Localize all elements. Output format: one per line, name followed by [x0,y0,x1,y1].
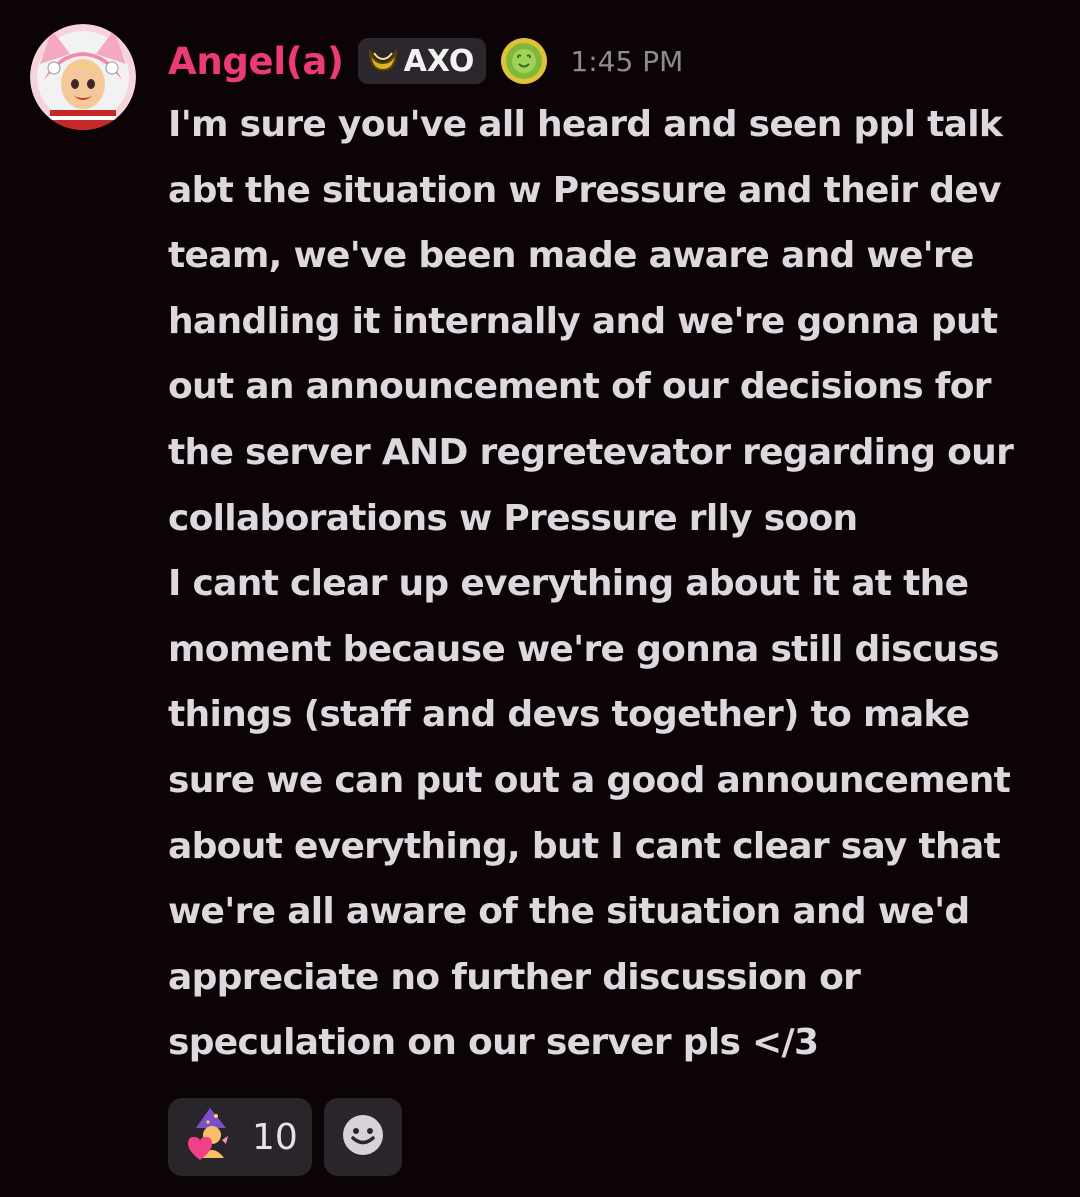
message-line: I cant clear up everything about it at t… [168,563,969,605]
message-line: abt the situation w Pressure and their d… [168,169,1002,211]
wizard-heart-emoji-icon [182,1106,240,1168]
message-line: things (staff and devs together) to make [168,694,970,736]
green-badge-icon [498,35,550,87]
message-line: the server AND regretevator regarding ou… [168,431,1014,473]
reaction-button[interactable]: 10 [168,1098,312,1176]
message-line: we're all aware of the situation and we'… [168,891,970,933]
avatar-image [30,24,136,130]
message-line: appreciate no further discussion or [168,956,861,998]
message-content: I'm sure you've all heard and seen ppl t… [168,92,1058,1076]
server-tag-label: AXO [403,43,475,79]
avatar[interactable] [30,24,136,130]
add-reaction-button[interactable] [324,1098,402,1176]
message-line: collaborations w Pressure rlly soon [168,497,858,539]
message-line: out an announcement of our decisions for [168,366,992,408]
message-line: moment because we're gonna still discuss [168,628,1000,670]
reactions-bar: 10 [168,1098,402,1176]
reaction-count: 10 [252,1116,298,1158]
message-line: speculation on our server pls </3 [168,1022,819,1064]
message-line: about everything, but I cant clear say t… [168,825,1001,867]
server-tag[interactable]: AXO [357,38,487,84]
message-header: Angel(a) AXO 1:45 PM [168,34,683,88]
chat-message: Angel(a) AXO 1:45 PM I'm sure you've all… [0,0,1080,1197]
crescent-moon-icon [366,44,400,78]
username[interactable]: Angel(a) [168,40,344,83]
message-line: team, we've been made aware and we're [168,235,974,277]
timestamp: 1:45 PM [570,44,684,78]
message-line: handling it internally and we're gonna p… [168,300,998,342]
smiley-icon [341,1113,385,1161]
message-line: sure we can put out a good announcement [168,759,1011,801]
message-line: I'm sure you've all heard and seen ppl t… [168,104,1003,145]
